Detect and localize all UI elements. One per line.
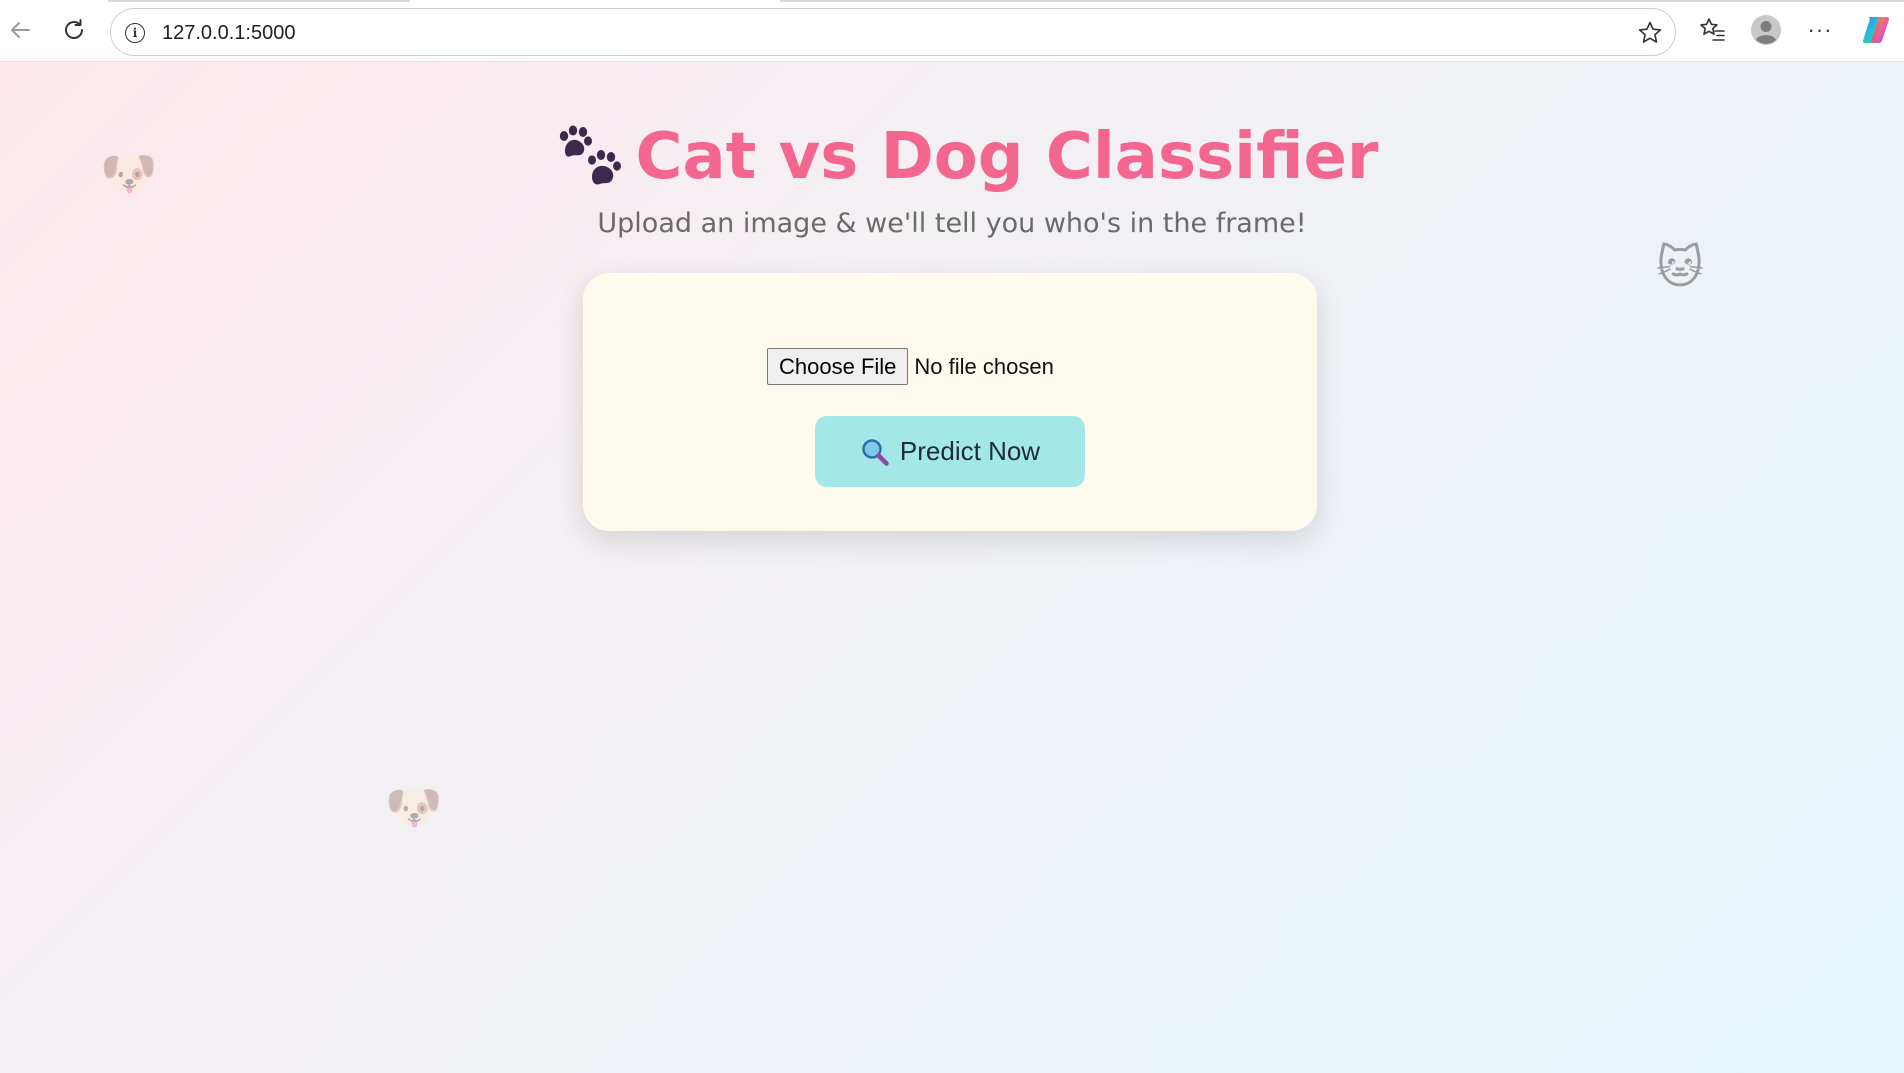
- favorite-star-icon[interactable]: [1637, 20, 1663, 46]
- paw-prints-icon: [559, 125, 621, 185]
- more-options-icon[interactable]: ···: [1804, 14, 1836, 46]
- browser-toolbar: i 127.0.0.1:5000 ···: [0, 0, 1904, 62]
- file-status-text: No file chosen: [914, 353, 1054, 379]
- file-input[interactable]: Choose File No file chosen: [767, 348, 1054, 385]
- page-header: Cat vs Dog Classifier Upload an image & …: [0, 120, 1904, 239]
- back-arrow-icon: [11, 22, 30, 38]
- url-text[interactable]: 127.0.0.1:5000: [162, 22, 295, 45]
- floating-dog-emoji: 🐶: [385, 780, 443, 834]
- page-viewport: 🐶 🐱 🐶 Cat vs Dog Classifier Upload an im…: [0, 62, 1904, 1073]
- magnifier-icon: [862, 438, 889, 466]
- tab-strip-edge: [108, 0, 410, 2]
- choose-file-button[interactable]: Choose File: [767, 348, 909, 385]
- page-subtitle: Upload an image & we'll tell you who's i…: [597, 208, 1307, 239]
- page-title: Cat vs Dog Classifier: [556, 120, 1379, 194]
- predict-button[interactable]: Predict Now: [815, 416, 1085, 487]
- page-title-text: Cat vs Dog Classifier: [635, 120, 1379, 194]
- site-info-icon[interactable]: i: [125, 23, 145, 43]
- reload-button[interactable]: [56, 12, 92, 48]
- tab-strip-edge: [780, 0, 1904, 2]
- profile-avatar-icon[interactable]: [1750, 14, 1782, 46]
- reload-icon: [65, 19, 83, 39]
- copilot-icon[interactable]: [1860, 14, 1892, 46]
- predict-button-label: Predict Now: [899, 436, 1041, 466]
- floating-cat-emoji: 🐱: [1656, 240, 1704, 294]
- upload-card: Choose File No file chosen Predict Now: [583, 273, 1317, 531]
- address-bar[interactable]: i 127.0.0.1:5000: [110, 8, 1676, 56]
- back-button[interactable]: [2, 12, 38, 48]
- favorites-icon[interactable]: [1696, 14, 1728, 46]
